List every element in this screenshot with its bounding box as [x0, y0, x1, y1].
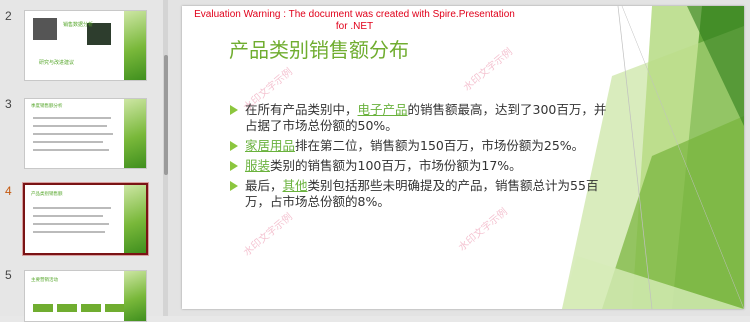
bullet-item: 在所有产品类别中，电子产品的销售额最高，达到了300百万，并占据了市场总份额的5…	[230, 102, 615, 134]
thumbnail-table-cell	[105, 304, 125, 312]
thumbnail-text-line	[33, 125, 107, 127]
thumbnail-title: 销售数据分析	[63, 22, 94, 28]
warning-line-1: Evaluation Warning : The document was cr…	[194, 9, 515, 20]
slide-editor-area: Evaluation Warning : The document was cr…	[168, 0, 750, 316]
thumbnail-text-line	[33, 141, 103, 143]
bullet-arrow-icon	[230, 161, 238, 171]
thumbnail-text-line	[33, 117, 111, 119]
thumbnail-text-line	[33, 231, 105, 233]
bullet-arrow-icon	[230, 105, 238, 115]
bullet-keyword-link[interactable]: 电子产品	[358, 102, 408, 117]
evaluation-warning: Evaluation Warning : The document was cr…	[182, 9, 527, 33]
bullet-list[interactable]: 在所有产品类别中，电子产品的销售额最高，达到了300百万，并占据了市场总份额的5…	[230, 102, 615, 214]
slide-thumbnail-4[interactable]: 产品类别销售额	[23, 183, 148, 255]
slide-canvas[interactable]: Evaluation Warning : The document was cr…	[182, 6, 744, 309]
thumbnail-title: 主要营销活动	[31, 278, 58, 283]
bullet-arrow-icon	[230, 181, 238, 191]
bullet-keyword-link[interactable]: 其他	[283, 178, 308, 193]
thumbnail-subtitle: 研究与改进建议	[39, 60, 75, 66]
bullet-item: 最后，其他类别包括那些未明确提及的产品，销售额总计为55百万，占市场总份额的8%…	[230, 178, 615, 210]
thumbnail-text-line	[33, 215, 103, 217]
thumbnail-title: 季度销售额分析	[31, 104, 63, 109]
bullet-item: 家居用品排在第二位，销售额为150百万，市场份额为25%。	[230, 138, 615, 154]
thumbnail-text-line	[33, 133, 113, 135]
thumbnail-text-line	[33, 223, 109, 225]
slide-number-5: 5	[5, 268, 12, 282]
bullet-text: 在所有产品类别中，	[245, 102, 358, 117]
warning-line-2: for .NET	[335, 21, 374, 32]
bullet-keyword-link[interactable]: 服装	[245, 158, 270, 173]
bullet-keyword-link[interactable]: 家居用品	[245, 138, 295, 153]
bullet-item: 服装类别的销售额为100百万，市场份额为17%。	[230, 158, 615, 174]
slide-number-3: 3	[5, 97, 12, 111]
thumbnail-title: 产品类别销售额	[31, 192, 63, 197]
thumbnail-text-line	[33, 149, 109, 151]
slide-title[interactable]: 产品类别销售额分布	[229, 34, 409, 63]
slide-thumbnail-pane[interactable]: 2 销售数据分析 研究与改进建议 3 季度销售额分析 4 产品类别销售额 5 主…	[0, 0, 168, 322]
thumbnail-table-cell	[81, 304, 101, 312]
thumbnail-table-cell	[33, 304, 53, 312]
thumbnail-image	[33, 18, 57, 40]
thumbnail-text-line	[33, 207, 111, 209]
thumbnail-green-decoration	[124, 99, 146, 168]
slide-number-4: 4	[5, 184, 12, 198]
bullet-text: 类别的销售额为100百万，市场份额为17%。	[270, 158, 522, 173]
thumbnail-green-decoration	[124, 11, 146, 80]
bullet-text: 排在第二位，销售额为150百万，市场份额为25%。	[295, 138, 585, 153]
slide-thumbnail-3[interactable]: 季度销售额分析	[24, 98, 147, 169]
thumbnail-green-decoration	[124, 185, 146, 253]
thumbnail-table-cell	[57, 304, 77, 312]
slide-thumbnail-5[interactable]: 主要营销活动	[24, 270, 147, 322]
slide-number-2: 2	[5, 9, 12, 23]
bullet-arrow-icon	[230, 141, 238, 151]
bullet-text: 最后，	[245, 178, 283, 193]
slide-thumbnail-2[interactable]: 销售数据分析 研究与改进建议	[24, 10, 147, 81]
thumbnail-green-decoration	[124, 271, 146, 321]
